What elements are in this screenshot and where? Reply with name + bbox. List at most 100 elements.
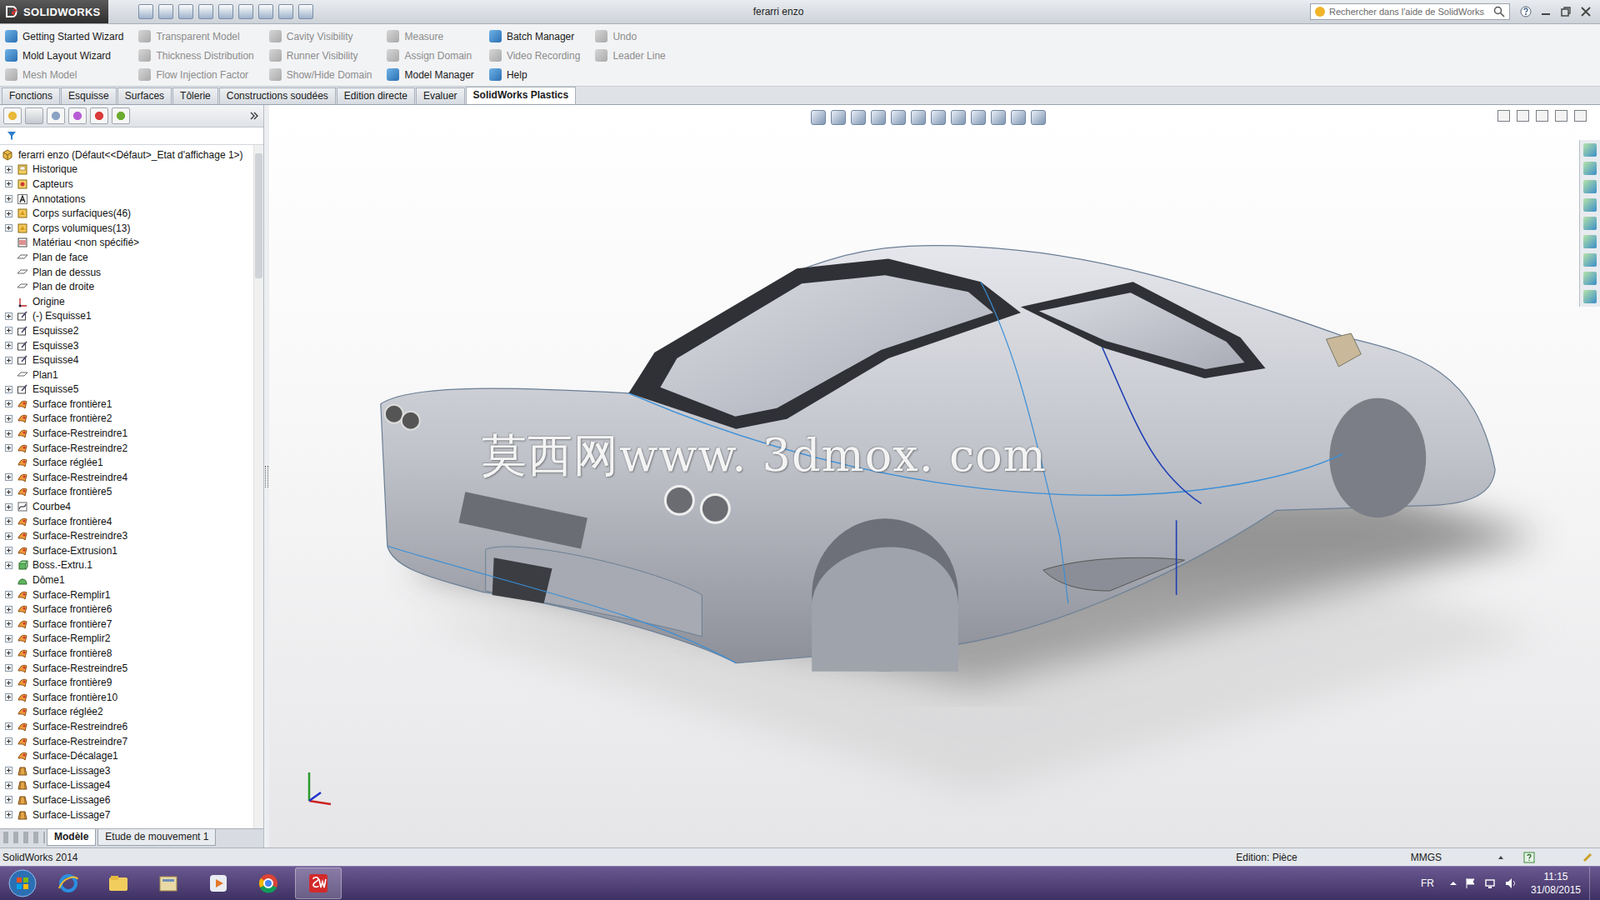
quick-tool-icon[interactable] <box>218 4 234 20</box>
units-selector[interactable]: MMGS <box>1410 851 1442 864</box>
tree-item[interactable]: Esquisse4 <box>0 352 254 368</box>
expander[interactable] <box>3 400 14 408</box>
tree-item[interactable]: Plan de droite <box>0 279 254 295</box>
plus-box-icon[interactable] <box>5 781 13 790</box>
explorer-button[interactable] <box>95 867 142 900</box>
tree-item[interactable]: Surface frontière10 <box>0 690 254 705</box>
command-tab[interactable]: Edition directe <box>336 87 415 105</box>
tree-item[interactable]: Historique <box>0 162 254 178</box>
plus-box-icon[interactable] <box>5 693 13 701</box>
tree-item[interactable]: Origine <box>0 294 254 310</box>
command-button[interactable]: Runner Visibility <box>269 45 373 65</box>
feature-manager-icon[interactable] <box>3 107 22 125</box>
viewport-button-icon[interactable] <box>1497 110 1510 122</box>
plus-box-icon[interactable] <box>5 473 13 481</box>
view-tool-icon[interactable] <box>810 110 826 125</box>
expander[interactable] <box>3 473 14 481</box>
tree-item[interactable]: Surface-Restreindre2 <box>0 440 254 456</box>
tab-scroll-arrows[interactable] <box>3 831 45 844</box>
expander[interactable] <box>3 722 14 730</box>
expander[interactable] <box>3 503 14 511</box>
view-tool-icon[interactable] <box>990 110 1006 125</box>
libraries-button[interactable] <box>145 867 192 900</box>
tree-item[interactable]: Surface-Restreindre1 <box>0 425 254 441</box>
plus-box-icon[interactable] <box>5 635 13 643</box>
expander[interactable] <box>3 341 14 350</box>
command-button[interactable]: Batch Manager <box>489 26 581 46</box>
command-button[interactable]: Thickness Distribution <box>138 45 254 65</box>
network-icon[interactable] <box>1484 876 1498 890</box>
command-tab[interactable]: SolidWorks Plastics <box>465 86 577 105</box>
plus-box-icon[interactable] <box>5 679 13 687</box>
plus-box-icon[interactable] <box>5 356 13 365</box>
command-button[interactable]: Getting Started Wizard <box>5 26 124 46</box>
viewport-button-icon[interactable] <box>1574 110 1587 122</box>
task-pane-icon[interactable] <box>1583 253 1597 267</box>
plus-box-icon[interactable] <box>5 590 13 599</box>
task-pane-icon[interactable] <box>1583 180 1597 194</box>
tree-item[interactable]: Capteurs <box>0 176 254 192</box>
display-manager-icon[interactable] <box>90 107 109 125</box>
view-tool-icon[interactable] <box>950 110 966 125</box>
scroll-thumb[interactable] <box>255 153 263 279</box>
configuration-manager-icon[interactable] <box>46 107 65 125</box>
plus-box-icon[interactable] <box>5 664 13 672</box>
expander[interactable] <box>3 356 14 365</box>
command-button[interactable]: Show/Hide Domain <box>269 65 373 85</box>
expander[interactable] <box>3 415 14 423</box>
view-tool-icon[interactable] <box>930 110 946 125</box>
command-tab[interactable]: Fonctions <box>1 87 60 105</box>
command-tab[interactable]: Surfaces <box>117 87 172 105</box>
expander[interactable] <box>3 679 14 687</box>
command-button[interactable]: Assign Domain <box>386 45 474 65</box>
task-pane-icon[interactable] <box>1583 143 1597 157</box>
language-indicator[interactable]: FR <box>1420 877 1435 890</box>
expander[interactable] <box>3 180 14 188</box>
tree-item[interactable]: Matériau <non spécifié> <box>0 235 254 251</box>
command-button[interactable]: Cavity Visibility <box>269 26 373 46</box>
plus-box-icon[interactable] <box>5 620 13 628</box>
expander[interactable] <box>3 517 14 525</box>
show-desktop-button[interactable] <box>1589 866 1600 900</box>
media-player-button[interactable] <box>195 867 242 900</box>
task-pane-icon[interactable] <box>1583 235 1597 249</box>
plus-box-icon[interactable] <box>5 737 13 745</box>
tree-item[interactable]: Surface frontière2 <box>0 411 254 427</box>
command-tab[interactable]: Constructions soudées <box>219 87 336 105</box>
expander[interactable] <box>3 737 14 745</box>
plus-box-icon[interactable] <box>5 326 13 335</box>
help-icon[interactable] <box>1523 851 1535 864</box>
expander[interactable] <box>3 605 14 614</box>
plus-box-icon[interactable] <box>5 224 13 232</box>
rebuild-icon[interactable] <box>1581 851 1594 864</box>
plus-box-icon[interactable] <box>5 766 13 775</box>
tree-scrollbar[interactable] <box>253 145 264 829</box>
expander[interactable] <box>3 326 14 335</box>
plus-box-icon[interactable] <box>5 400 13 408</box>
quick-tool-icon[interactable] <box>298 4 314 20</box>
expander[interactable] <box>3 620 14 628</box>
tree-item[interactable]: Esquisse2 <box>0 323 254 339</box>
bottom-tab[interactable]: Etude de mouvement 1 <box>97 829 216 846</box>
viewport-button-icon[interactable] <box>1555 110 1568 122</box>
view-tool-icon[interactable] <box>970 110 986 125</box>
tree-item[interactable]: Surface frontière7 <box>0 616 254 632</box>
expander[interactable] <box>3 165 14 174</box>
plus-box-icon[interactable] <box>5 795 13 804</box>
command-button[interactable]: Transparent Model <box>138 26 254 46</box>
expander[interactable] <box>3 664 14 672</box>
expander[interactable] <box>3 444 14 452</box>
expander[interactable] <box>3 649 14 657</box>
tree-item[interactable]: Esquisse3 <box>0 338 254 354</box>
tree-item[interactable]: Corps surfaciques(46) <box>0 205 254 221</box>
quick-tool-icon[interactable] <box>278 4 294 20</box>
tree-item[interactable]: Surface réglée2 <box>0 705 254 720</box>
quick-tool-icon[interactable] <box>258 4 274 20</box>
plus-box-icon[interactable] <box>5 810 13 819</box>
quick-tool-icon[interactable] <box>158 4 174 20</box>
plus-box-icon[interactable] <box>5 165 13 174</box>
tree-item[interactable]: Surface-Restreindre7 <box>0 734 254 750</box>
tree-item[interactable]: Surface frontière5 <box>0 485 254 500</box>
ie-button[interactable] <box>45 867 92 900</box>
solidworks-button[interactable] <box>295 867 342 900</box>
